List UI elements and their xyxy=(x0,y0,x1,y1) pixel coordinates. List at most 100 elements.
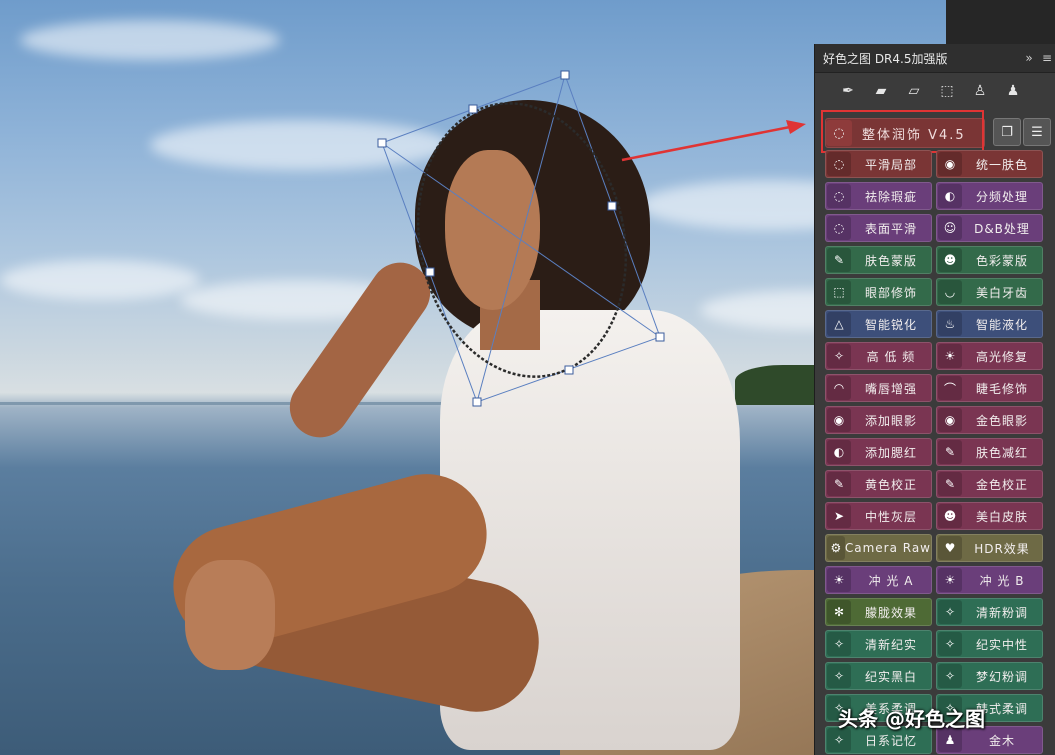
function-button-label: 肤色减红 xyxy=(975,445,1028,460)
mask-icon: ☻ xyxy=(938,504,962,528)
function-button[interactable]: ✧ 梦幻粉调 xyxy=(936,662,1043,690)
plugin-panel: 好色之图 DR4.5加强版 » ≡ ✒ ▰ ▱ ⬚ ♙ ♟ ◌ 整体润饰 V4.… xyxy=(814,44,1055,755)
wand-icon: ✧ xyxy=(827,344,851,368)
eyedropper-icon: ✎ xyxy=(938,440,962,464)
sun-icon: ☀ xyxy=(827,568,851,592)
menu-icon[interactable]: ≡ xyxy=(1038,51,1055,65)
eyedropper-icon: ✎ xyxy=(827,248,851,272)
red-highlight-box xyxy=(821,110,984,153)
eyedropper-icon: ✎ xyxy=(938,472,962,496)
layers-button[interactable]: ❐ xyxy=(993,118,1021,146)
panel-title: 好色之图 DR4.5加强版 xyxy=(823,51,948,66)
function-button[interactable]: ✧ 高 低 频 xyxy=(825,342,932,370)
function-button[interactable]: ✻ 朦胧效果 xyxy=(825,598,932,626)
cursor-icon: ➤ xyxy=(827,504,851,528)
eyelash-icon: ⌒ xyxy=(938,376,962,400)
triangle-icon: △ xyxy=(827,312,851,336)
function-button[interactable]: ◐ 分频处理 xyxy=(936,182,1043,210)
function-button[interactable]: ◠ 嘴唇增强 xyxy=(825,374,932,402)
bandage-2-icon[interactable]: ▱ xyxy=(903,80,925,102)
stamp-icon[interactable]: ♙ xyxy=(969,80,991,102)
wand-icon: ✧ xyxy=(938,664,962,688)
function-button[interactable]: ◉ 统一肤色 xyxy=(936,150,1043,178)
dotted-square-icon: ⬚ xyxy=(827,280,851,304)
photo-canvas[interactable] xyxy=(0,0,946,755)
function-button-label: 黄色校正 xyxy=(864,477,917,492)
function-button[interactable]: ⌒ 睫毛修饰 xyxy=(936,374,1043,402)
sun-icon: ☀ xyxy=(938,568,962,592)
wand-icon: ✧ xyxy=(827,632,851,656)
function-button-label: 肤色蒙版 xyxy=(864,253,917,268)
watermark: 头条 @好色之图 xyxy=(838,707,985,731)
face-icon: ☺ xyxy=(938,216,962,240)
function-button-label: 梦幻粉调 xyxy=(975,669,1028,684)
function-button-label: 统一肤色 xyxy=(975,157,1028,172)
function-button[interactable]: ✧ 清新纪实 xyxy=(825,630,932,658)
app-dark-strip xyxy=(946,0,1055,45)
stamp-2-icon[interactable]: ♟ xyxy=(1002,80,1024,102)
function-button[interactable]: △ 智能锐化 xyxy=(825,310,932,338)
function-button-label: 金色眼影 xyxy=(975,413,1028,428)
split-circle-icon: ◐ xyxy=(938,184,962,208)
function-button[interactable]: ☀ 冲 光 B xyxy=(936,566,1043,594)
function-button-label: 添加眼影 xyxy=(864,413,917,428)
split-circle-icon: ◐ xyxy=(827,440,851,464)
function-button-label: 日系记忆 xyxy=(864,733,917,748)
eyedropper-brush-icon[interactable]: ✒ xyxy=(837,80,859,102)
settings-sliders-button[interactable]: ☰ xyxy=(1023,118,1051,146)
function-button[interactable]: ◉ 添加眼影 xyxy=(825,406,932,434)
function-button-label: 分频处理 xyxy=(975,189,1028,204)
lasso-icon: ◌ xyxy=(827,184,851,208)
function-button-label: 清新粉调 xyxy=(975,605,1028,620)
function-button-label: Camera Raw xyxy=(844,541,931,555)
mask-icon: ☻ xyxy=(938,248,962,272)
snowflake-icon: ✻ xyxy=(827,600,851,624)
dotted-square-icon[interactable]: ⬚ xyxy=(936,80,958,102)
function-button[interactable]: ◌ 平滑局部 xyxy=(825,150,932,178)
function-button[interactable]: ☀ 高光修复 xyxy=(936,342,1043,370)
function-button[interactable]: ◐ 添加腮红 xyxy=(825,438,932,466)
function-button[interactable]: ☺ D&B处理 xyxy=(936,214,1043,242)
function-button[interactable]: ◌ 表面平滑 xyxy=(825,214,932,242)
function-button-label: D&B处理 xyxy=(974,221,1030,236)
lasso-icon: ◌ xyxy=(827,216,851,240)
double-chevron-right-icon[interactable]: » xyxy=(1020,51,1038,65)
main-row: ◌ 整体润饰 V4.5 ❐ ☰ xyxy=(821,110,1053,153)
function-button-label: 冲 光 B xyxy=(979,573,1025,588)
function-button[interactable]: ✧ 清新粉调 xyxy=(936,598,1043,626)
wand-icon: ✧ xyxy=(938,632,962,656)
function-button-label: 美白牙齿 xyxy=(975,285,1028,300)
function-button[interactable]: ✧ 纪实黑白 xyxy=(825,662,932,690)
function-button-label: 高光修复 xyxy=(975,349,1028,364)
function-button[interactable]: ♥ HDR效果 xyxy=(936,534,1043,562)
function-button[interactable]: ♨ 智能液化 xyxy=(936,310,1043,338)
function-button-label: 祛除瑕疵 xyxy=(864,189,917,204)
function-button[interactable]: ➤ 中性灰层 xyxy=(825,502,932,530)
wand-icon: ✧ xyxy=(827,664,851,688)
function-button[interactable]: ✎ 肤色减红 xyxy=(936,438,1043,466)
function-button-label: 高 低 频 xyxy=(866,349,916,364)
function-button-label: 中性灰层 xyxy=(864,509,917,524)
function-button-label: 表面平滑 xyxy=(864,221,917,236)
flame-icon: ♨ xyxy=(938,312,962,336)
function-button[interactable]: ◌ 祛除瑕疵 xyxy=(825,182,932,210)
function-button[interactable]: ☻ 色彩蒙版 xyxy=(936,246,1043,274)
function-button[interactable]: ✧ 纪实中性 xyxy=(936,630,1043,658)
function-button[interactable]: ✎ 金色校正 xyxy=(936,470,1043,498)
function-button-label: 金木 xyxy=(988,733,1015,748)
function-button-label: 美白皮肤 xyxy=(975,509,1028,524)
function-button[interactable]: ☀ 冲 光 A xyxy=(825,566,932,594)
function-button-label: 朦胧效果 xyxy=(864,605,917,620)
function-button[interactable]: ◡ 美白牙齿 xyxy=(936,278,1043,306)
function-button[interactable]: ⚙ Camera Raw xyxy=(825,534,932,562)
function-button-label: 智能锐化 xyxy=(864,317,917,332)
function-button[interactable]: ◉ 金色眼影 xyxy=(936,406,1043,434)
bandage-icon[interactable]: ▰ xyxy=(870,80,892,102)
annotation-arrow xyxy=(621,120,806,162)
function-button[interactable]: ✎ 黄色校正 xyxy=(825,470,932,498)
function-button[interactable]: ⬚ 眼部修饰 xyxy=(825,278,932,306)
lasso-icon: ◌ xyxy=(827,152,851,176)
function-button-label: 纪实黑白 xyxy=(864,669,917,684)
function-button[interactable]: ☻ 美白皮肤 xyxy=(936,502,1043,530)
function-button[interactable]: ✎ 肤色蒙版 xyxy=(825,246,932,274)
